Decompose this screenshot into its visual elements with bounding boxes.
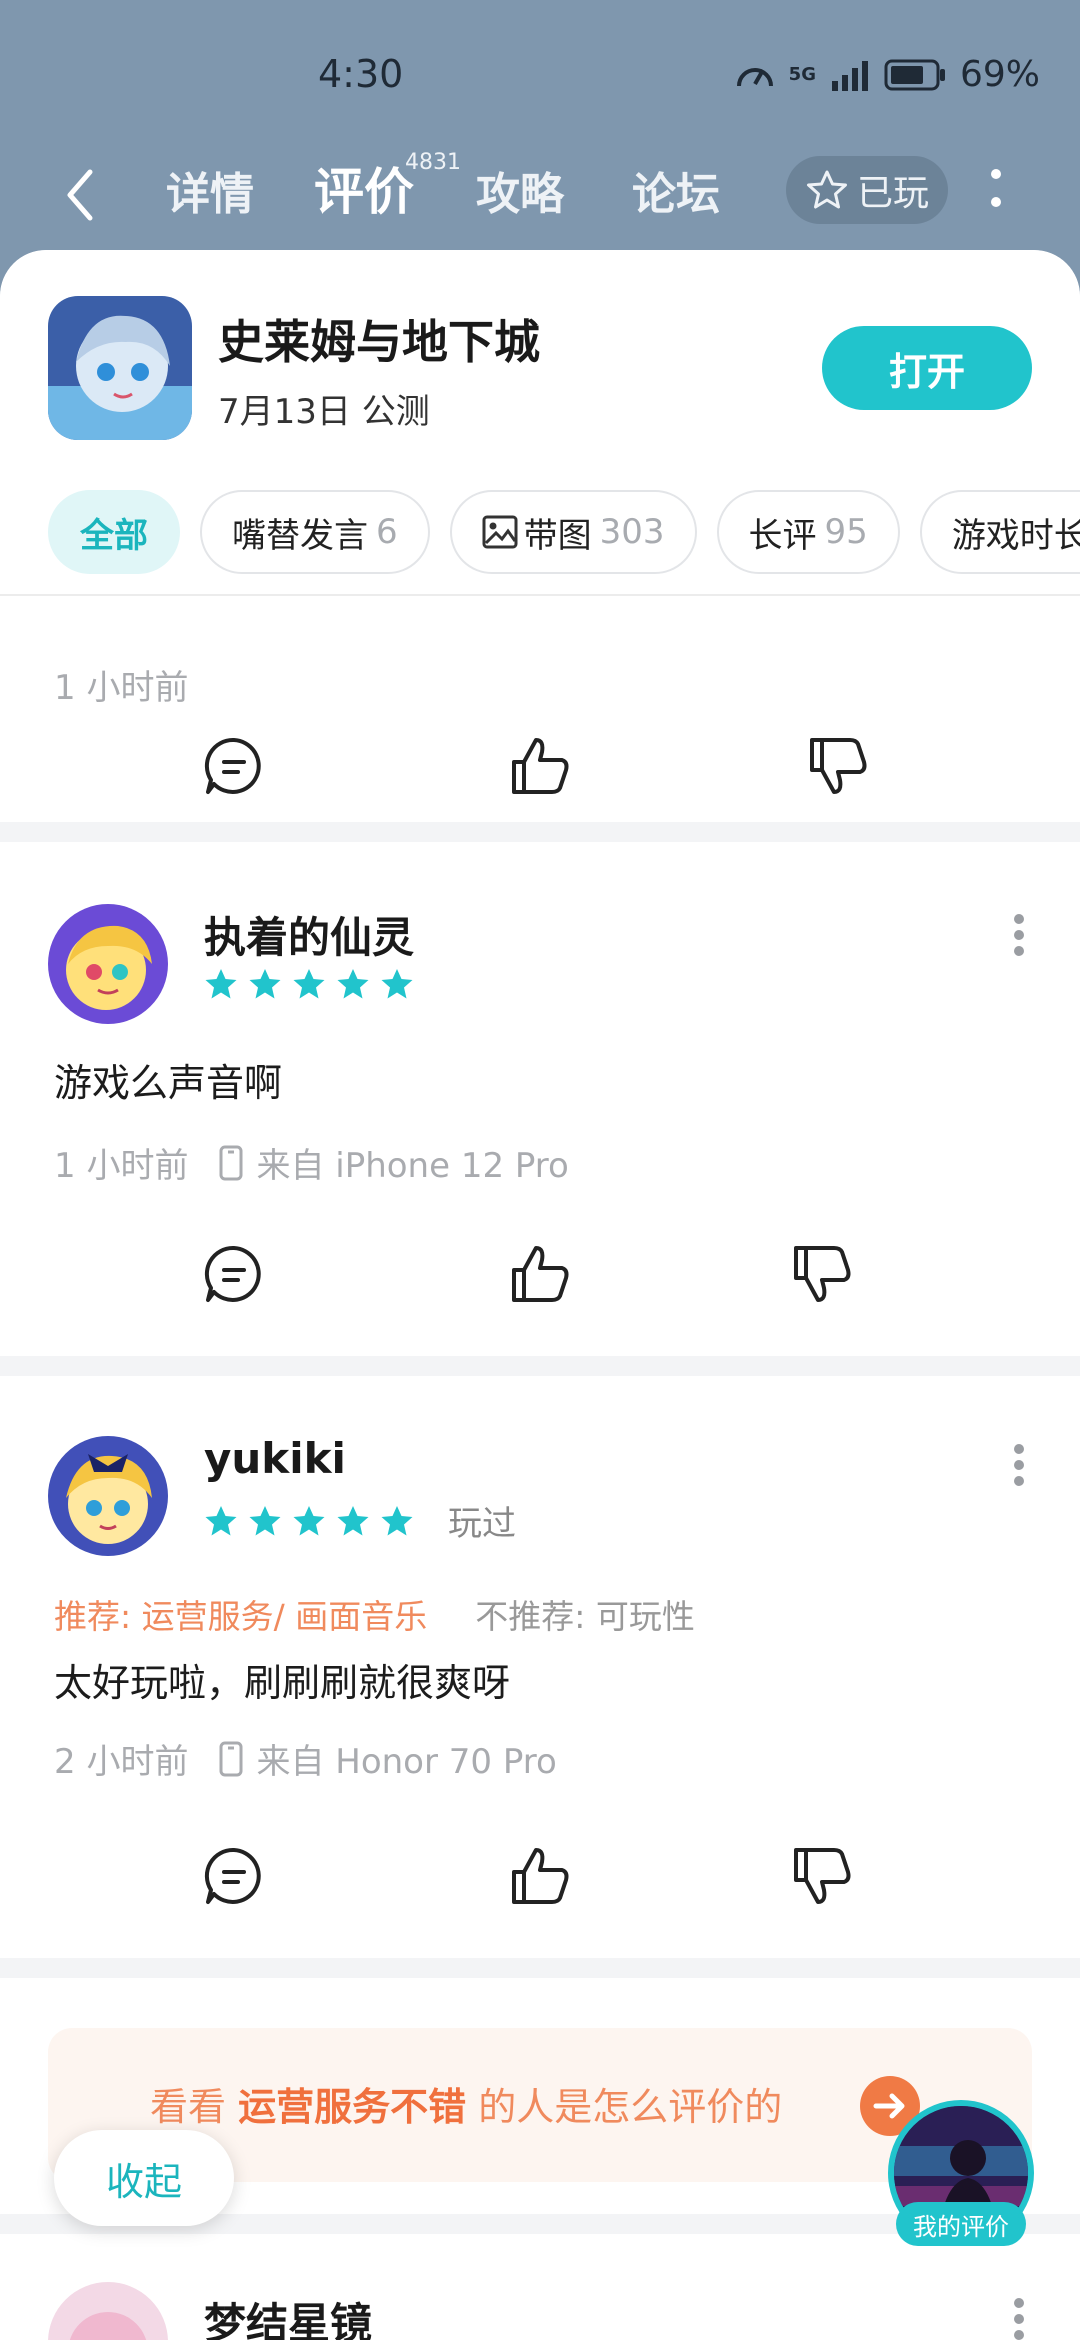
tab-reviews[interactable]: 评价 (314, 152, 414, 224)
kebab-menu-icon[interactable] (1012, 912, 1026, 958)
thumbs-down-icon[interactable] (790, 1844, 854, 1908)
battery-icon (884, 59, 945, 90)
star-icon (205, 969, 237, 999)
top-nav: 详情 评价 4831 攻略 论坛 已玩 (0, 150, 1080, 250)
thumbs-up-icon[interactable] (508, 1242, 572, 1306)
time-label: 2 小时前 (54, 1742, 189, 1782)
review-meta: 2 小时前 来自 Honor 70 Pro (54, 1734, 557, 1783)
review-sheet: 史莱姆与地下城 7月13日 公测 打开 全部 嘴替发言 6 带图 303 长评 … (0, 250, 1080, 2340)
filter-label: 嘴替发言 (232, 515, 368, 556)
filter-long-reviews[interactable]: 长评 95 (716, 490, 900, 574)
filter-with-images[interactable]: 带图 303 (449, 490, 697, 574)
star-icon (381, 1505, 413, 1535)
star-rating: 玩过 (204, 1496, 516, 1545)
device-label: 来自 Honor 70 Pro (256, 1742, 557, 1782)
promo-suffix: 的人是怎么评价的 (466, 2085, 783, 2129)
speed-icon (736, 67, 773, 86)
star-icon (293, 1505, 325, 1535)
filter-label: 全部 (80, 515, 148, 556)
not-recommend-label: 不推荐: 可玩性 (475, 1597, 695, 1636)
kebab-menu-icon[interactable] (1012, 1442, 1026, 1488)
thumbs-up-icon[interactable] (508, 1844, 572, 1908)
phone-icon (219, 1145, 243, 1180)
star-icon (337, 1505, 369, 1535)
review-actions (0, 1844, 1080, 1924)
review-card-next: 梦结星镜 (0, 2234, 1080, 2340)
filter-quotable[interactable]: 嘴替发言 6 (200, 490, 430, 574)
battery-percent: 69% (959, 54, 1040, 95)
user-name[interactable]: 执着的仙灵 (204, 904, 414, 965)
review-card: yukiki 玩过 推荐: 运营服务/ 画面音乐 不推荐: 可玩性 太好玩啦，刷… (0, 1376, 1080, 1958)
status-icons: 5G 69% (735, 54, 1040, 95)
time-label: 1 小时前 (54, 1146, 189, 1186)
user-name[interactable]: 梦结星镜 (204, 2290, 372, 2340)
filter-count: 6 (376, 512, 398, 552)
star-icon (249, 1505, 281, 1535)
kebab-menu-icon[interactable] (1012, 2296, 1026, 2340)
time-label: 1 小时前 (54, 668, 189, 708)
app-name: 史莱姆与地下城 (218, 315, 540, 369)
filter-chips: 全部 嘴替发言 6 带图 303 长评 95 游戏时长 (48, 490, 1080, 574)
played-tag: 玩过 (448, 1504, 516, 1544)
status-time: 4:30 (318, 52, 404, 96)
review-meta: 1 小时前 来自 iPhone 12 Pro (54, 1138, 569, 1187)
comment-icon[interactable] (202, 1844, 266, 1908)
app-icon[interactable] (48, 296, 192, 440)
review-text: 太好玩啦，刷刷刷就很爽呀 (54, 1661, 511, 1705)
filter-all[interactable]: 全部 (48, 490, 180, 574)
thumbs-up-icon[interactable] (508, 734, 572, 798)
star-icon (337, 969, 369, 999)
phone-icon (219, 1741, 243, 1776)
collapse-button[interactable]: 收起 (54, 2130, 234, 2226)
filter-play-time[interactable]: 游戏时长 (919, 490, 1080, 574)
comment-icon[interactable] (202, 1242, 266, 1306)
my-review-label[interactable]: 我的评价 (896, 2202, 1026, 2246)
star-icon (205, 1505, 237, 1535)
open-button[interactable]: 打开 (822, 326, 1032, 410)
tab-guides[interactable]: 攻略 (476, 158, 564, 222)
star-icon (249, 969, 281, 999)
review-actions (0, 734, 1080, 814)
played-label: 已玩 (856, 173, 929, 214)
network-label: 5G (788, 64, 816, 85)
image-icon (482, 515, 518, 549)
avatar[interactable] (48, 1436, 168, 1556)
promo-text: 看看 运营服务不错 的人是怎么评价的 (150, 2076, 782, 2131)
thumbs-down-icon[interactable] (790, 1242, 854, 1306)
promo-highlight: 运营服务不错 (238, 2085, 467, 2129)
user-name[interactable]: yukiki (204, 1434, 346, 1483)
avatar[interactable] (48, 904, 168, 1024)
review-count: 4831 (405, 150, 461, 175)
star-outline-icon (806, 170, 847, 209)
tab-forum[interactable]: 论坛 (632, 158, 720, 222)
star-icon (381, 969, 413, 999)
review-text: 游戏么声音啊 (54, 1061, 283, 1105)
star-icon (293, 969, 325, 999)
filter-label: 带图 (523, 515, 592, 556)
status-bar: 4:30 5G 69% (0, 0, 1080, 150)
tab-details[interactable]: 详情 (166, 158, 254, 222)
back-arrow-icon[interactable] (56, 160, 106, 230)
filter-count: 95 (824, 512, 868, 552)
review-card: 执着的仙灵 游戏么声音啊 1 小时前 来自 iPhone 12 Pro (0, 842, 1080, 1356)
comment-icon[interactable] (202, 734, 266, 798)
signal-icon (831, 60, 868, 91)
device-label: 来自 iPhone 12 Pro (256, 1146, 569, 1186)
review-actions (0, 1242, 1080, 1322)
played-button[interactable]: 已玩 (786, 156, 948, 224)
thumbs-down-icon[interactable] (806, 734, 870, 798)
app-subtitle: 7月13日 公测 (218, 392, 430, 432)
review-card-previous: 1 小时前 (0, 596, 1080, 822)
avatar[interactable] (48, 2282, 168, 2340)
promo-prefix: 看看 (150, 2085, 239, 2129)
app-header: 史莱姆与地下城 7月13日 公测 打开 全部 嘴替发言 6 带图 303 长评 … (0, 250, 1080, 596)
recommend-tags: 推荐: 运营服务/ 画面音乐 不推荐: 可玩性 (54, 1590, 695, 1638)
more-vertical-icon[interactable] (984, 164, 1008, 220)
recommend-label: 推荐: 运营服务/ 画面音乐 (54, 1597, 428, 1636)
filter-count: 303 (599, 512, 665, 552)
filter-label: 长评 (748, 515, 817, 556)
star-rating (204, 968, 414, 1000)
filter-label: 游戏时长 (951, 515, 1080, 556)
review-time: 1 小时前 (54, 660, 188, 709)
